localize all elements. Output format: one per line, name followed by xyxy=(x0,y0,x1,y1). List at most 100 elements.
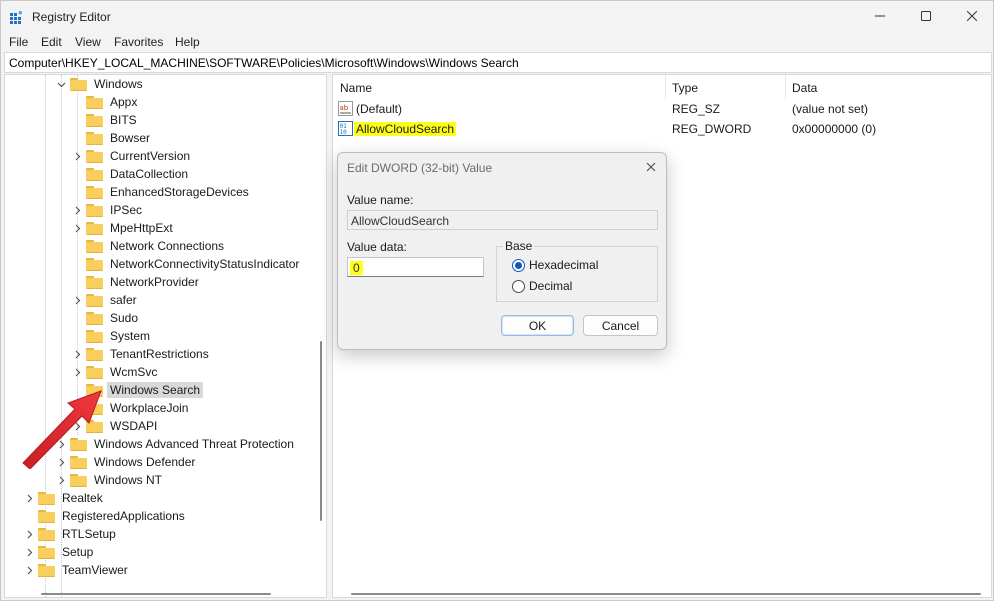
chevron-right-icon[interactable] xyxy=(55,456,67,468)
menu-view[interactable]: View xyxy=(75,35,101,49)
radio-hexadecimal[interactable]: Hexadecimal xyxy=(512,258,598,272)
chevron-right-icon[interactable] xyxy=(23,492,35,504)
tree-item[interactable]: safer xyxy=(71,291,140,309)
chevron-right-icon[interactable] xyxy=(71,204,83,216)
tree-item[interactable]: NetworkConnectivityStatusIndicator xyxy=(71,255,302,273)
tree-item[interactable]: BITS xyxy=(71,111,140,129)
tree-vertical-scrollbar[interactable] xyxy=(316,75,326,597)
tree-item[interactable]: Bowser xyxy=(71,129,153,147)
chevron-right-icon[interactable] xyxy=(71,366,83,378)
dialog-close-button[interactable] xyxy=(643,159,659,175)
tree-item[interactable]: Realtek xyxy=(23,489,106,507)
tree-item[interactable]: Setup xyxy=(23,543,96,561)
tree-item[interactable]: Windows Defender xyxy=(55,453,198,471)
tree-item-label: System xyxy=(110,329,151,343)
tree-item-label: RegisteredApplications xyxy=(62,509,185,523)
tree-item[interactable]: WSDAPI xyxy=(71,417,160,435)
tree-item[interactable]: EnhancedStorageDevices xyxy=(71,183,252,201)
tree-item-label: safer xyxy=(110,293,137,307)
tree-item[interactable]: RTLSetup xyxy=(23,525,119,543)
tree-item[interactable]: Appx xyxy=(71,93,140,111)
tree-item[interactable]: MpeHttpExt xyxy=(71,219,176,237)
tree-vertical-scroll-thumb[interactable] xyxy=(320,341,322,521)
column-separator[interactable] xyxy=(785,75,786,99)
tree-item[interactable]: Sudo xyxy=(71,309,141,327)
tree-item-label: NetworkConnectivityStatusIndicator xyxy=(110,257,300,271)
tree-item[interactable]: WcmSvc xyxy=(71,363,160,381)
edit-dword-dialog: Edit DWORD (32-bit) Value Value name: Al… xyxy=(337,152,667,350)
tree-item[interactable]: WorkplaceJoin xyxy=(71,399,191,417)
tree-item-label: Windows xyxy=(94,77,143,91)
tree-item[interactable]: TenantRestrictions xyxy=(71,345,212,363)
cancel-button[interactable]: Cancel xyxy=(583,315,658,336)
menu-favorites[interactable]: Favorites xyxy=(114,35,163,49)
chevron-right-icon[interactable] xyxy=(71,348,83,360)
chevron-right-icon[interactable] xyxy=(71,150,83,162)
tree-item[interactable]: Windows Advanced Threat Protection xyxy=(55,435,297,453)
tree-item[interactable]: Windows xyxy=(55,75,146,93)
folder-icon xyxy=(86,311,103,325)
chevron-right-icon[interactable] xyxy=(71,294,83,306)
tree-item[interactable]: CurrentVersion xyxy=(71,147,193,165)
column-separator[interactable] xyxy=(665,75,666,99)
tree-horizontal-scroll-thumb[interactable] xyxy=(41,593,271,595)
tree-item[interactable]: Network Connections xyxy=(71,237,227,255)
ok-button[interactable]: OK xyxy=(501,315,574,336)
menu-file[interactable]: File xyxy=(9,35,28,49)
minimize-button[interactable] xyxy=(857,1,903,31)
folder-icon xyxy=(86,203,103,217)
tree-horizontal-scrollbar[interactable] xyxy=(5,587,315,597)
chevron-right-icon[interactable] xyxy=(55,474,67,486)
address-bar[interactable]: Computer\HKEY_LOCAL_MACHINE\SOFTWARE\Pol… xyxy=(4,52,992,73)
chevron-right-icon[interactable] xyxy=(71,420,83,432)
radio-button-unchecked[interactable] xyxy=(512,279,525,293)
tree-item-label: Setup xyxy=(62,545,94,559)
menu-help[interactable]: Help xyxy=(175,35,200,49)
tree-item-label: RTLSetup xyxy=(62,527,116,541)
chevron-down-icon[interactable] xyxy=(55,78,67,90)
menu-edit[interactable]: Edit xyxy=(41,35,62,49)
column-header-name[interactable]: Name xyxy=(340,75,372,99)
folder-icon xyxy=(86,329,103,343)
key-tree-pane[interactable]: Windows Appx BITS Bowser CurrentVersion DataC… xyxy=(4,74,327,598)
column-header-data[interactable]: Data xyxy=(792,75,817,99)
value-name-label: Value name: xyxy=(347,193,414,207)
chevron-right-icon[interactable] xyxy=(23,528,35,540)
chevron-right-icon[interactable] xyxy=(23,546,35,558)
chevron-right-icon[interactable] xyxy=(71,222,83,234)
list-horizontal-scroll-thumb[interactable] xyxy=(351,593,981,595)
chevron-right-icon[interactable] xyxy=(55,438,67,450)
close-button[interactable] xyxy=(949,1,993,31)
tree-item[interactable]: TeamViewer xyxy=(23,561,131,579)
tree-item[interactable]: NetworkProvider xyxy=(71,273,202,291)
tree-item[interactable]: RegisteredApplications xyxy=(23,507,188,525)
list-horizontal-scrollbar[interactable] xyxy=(333,587,991,597)
folder-icon xyxy=(86,131,103,145)
maximize-button[interactable] xyxy=(903,1,949,31)
tree-item-label: EnhancedStorageDevices xyxy=(110,185,249,199)
value-type: REG_DWORD xyxy=(672,122,752,136)
tree-item[interactable]: IPSec xyxy=(71,201,145,219)
value-row[interactable]: 01 10 AllowCloudSearch REG_DWORD 0x00000… xyxy=(333,119,991,139)
column-header-type[interactable]: Type xyxy=(672,75,698,99)
value-row[interactable]: ab (Default) REG_SZ (value not set) xyxy=(333,99,991,119)
chevron-right-icon[interactable] xyxy=(23,564,35,576)
tree-item[interactable]: Windows NT xyxy=(55,471,165,489)
tree-item-label: WcmSvc xyxy=(110,365,158,379)
radio-decimal[interactable]: Decimal xyxy=(512,279,572,293)
tree-item[interactable]: DataCollection xyxy=(71,165,191,183)
tree-item[interactable]: Windows Search xyxy=(71,381,204,399)
folder-icon xyxy=(86,293,103,307)
radio-hexadecimal-label: Hexadecimal xyxy=(529,258,599,272)
minimize-icon xyxy=(875,15,885,17)
radio-button-checked[interactable] xyxy=(512,258,525,272)
tree-item-label: DataCollection xyxy=(110,167,189,181)
value-data-input[interactable]: 0 xyxy=(347,257,484,277)
folder-icon xyxy=(70,455,87,469)
tree-item[interactable]: System xyxy=(71,327,153,345)
value-data-text: 0 xyxy=(350,261,363,275)
